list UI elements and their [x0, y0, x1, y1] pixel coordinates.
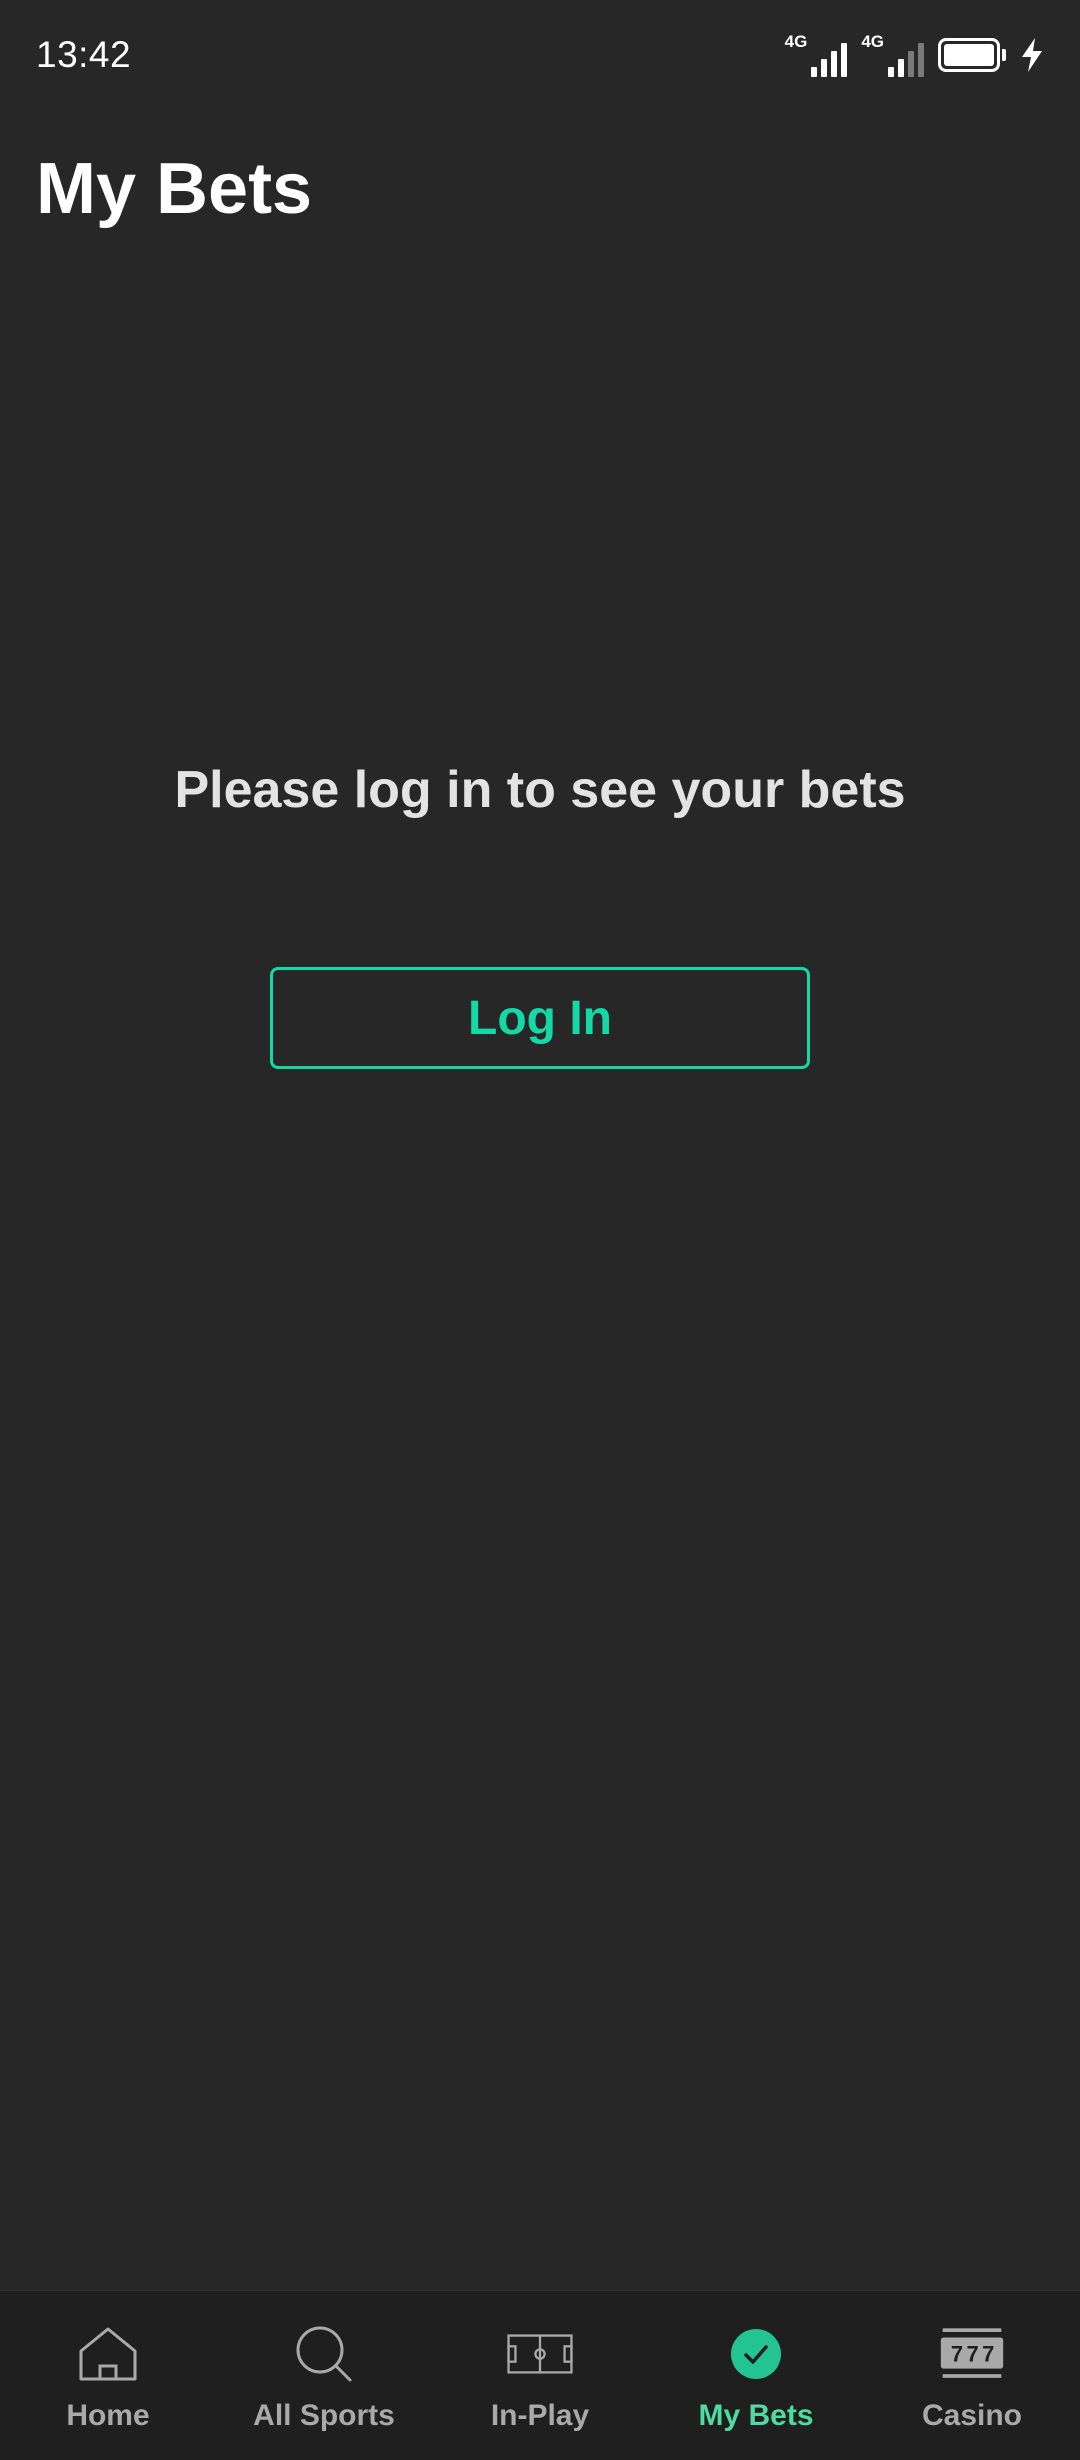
login-button[interactable]: Log In: [270, 967, 810, 1069]
nav-item-all-sports[interactable]: All Sports: [216, 2291, 432, 2460]
nav-item-in-play[interactable]: In-Play: [432, 2291, 648, 2460]
signal-bars-icon: [888, 41, 924, 77]
bottom-nav: Home All Sports In-Play My Bets 7 7 7 Ca…: [0, 2290, 1080, 2460]
nav-item-home[interactable]: Home: [0, 2291, 216, 2460]
nav-label: Home: [66, 2399, 150, 2432]
pitch-icon: [507, 2323, 573, 2385]
home-icon: [75, 2323, 141, 2385]
signal-bars-icon: [811, 41, 848, 77]
screen: 13:42 4G 4G My Bets Please log in to see…: [0, 0, 1080, 2460]
status-time: 13:42: [36, 34, 132, 75]
signal-2: 4G: [861, 33, 924, 77]
svg-text:7: 7: [967, 2341, 979, 2366]
network-type-1: 4G: [784, 32, 808, 51]
svg-text:7: 7: [951, 2341, 963, 2366]
nav-label: All Sports: [253, 2399, 395, 2432]
nav-label: Casino: [921, 2399, 1023, 2432]
battery-icon: [938, 38, 1006, 72]
slot-machine-icon: 7 7 7: [939, 2323, 1005, 2385]
signal-1: 4G: [785, 33, 848, 77]
status-icons: 4G 4G: [785, 33, 1044, 77]
svg-text:7: 7: [982, 2341, 994, 2366]
login-prompt: Please log in to see your bets: [174, 761, 906, 819]
nav-label: My Bets: [698, 2399, 814, 2432]
charging-icon: [1022, 38, 1042, 72]
nav-label: In-Play: [490, 2399, 590, 2432]
network-type-2: 4G: [861, 32, 884, 51]
page-title: My Bets: [36, 149, 313, 229]
search-icon: [291, 2323, 357, 2385]
status-bar: 13:42 4G 4G: [0, 0, 1080, 110]
nav-item-casino[interactable]: 7 7 7 Casino: [864, 2291, 1080, 2460]
nav-item-my-bets[interactable]: My Bets: [648, 2291, 864, 2460]
check-circle-icon: [723, 2323, 789, 2385]
